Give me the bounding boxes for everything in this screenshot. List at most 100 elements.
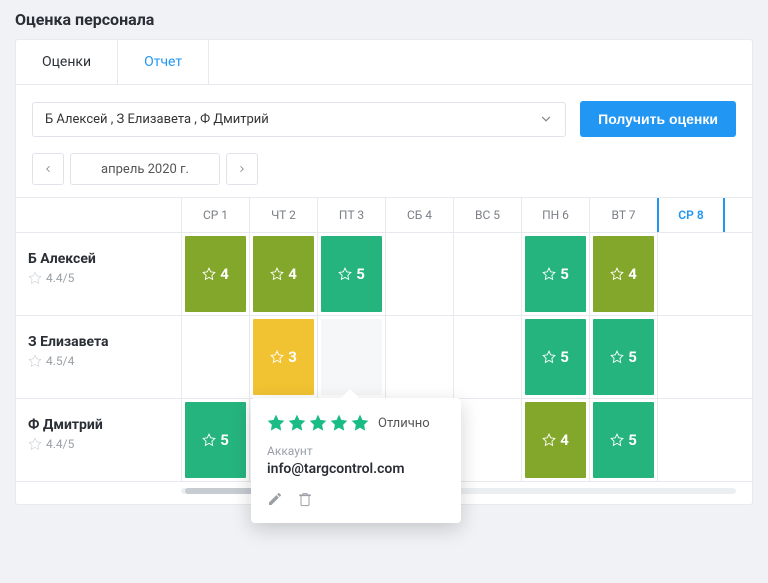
day-header: СР 8 [657, 198, 725, 232]
table-row: З Елизавета 4.5/4 3 5 5 [16, 316, 752, 399]
day-cell[interactable]: 4 [249, 233, 317, 315]
day-cell [453, 316, 521, 398]
employee-rating: 4.4/5 [28, 271, 169, 285]
employee-rating: 4.4/5 [28, 437, 169, 451]
rating-cell[interactable]: 4 [253, 236, 314, 312]
employee-name: Ф Дмитрий [28, 417, 169, 433]
rating-cell[interactable]: 4 [185, 236, 246, 312]
rating-cell[interactable]: 5 [525, 319, 586, 395]
star-icon [338, 267, 352, 281]
star-icon [542, 350, 556, 364]
day-header: СР 1 [181, 198, 249, 232]
rating-score: 5 [628, 348, 637, 366]
day-cell[interactable]: 5 [589, 316, 657, 398]
rating-cell[interactable]: 4 [593, 236, 654, 312]
day-cell [453, 399, 521, 481]
day-cell [453, 233, 521, 315]
rating-cell[interactable]: 5 [321, 236, 382, 312]
star-icon [542, 267, 556, 281]
day-header: ЧТ 2 [249, 198, 317, 232]
table-row: Б Алексей 4.4/5 4 4 5 5 4 [16, 233, 752, 316]
rating-score: 4 [220, 265, 229, 283]
star-icon [351, 414, 369, 432]
day-cell[interactable]: 5 [521, 316, 589, 398]
star-icon [309, 414, 327, 432]
rating-popover: Отлично Аккаунт info@targcontrol.com [251, 398, 461, 523]
day-cell[interactable]: 5 [181, 399, 249, 481]
popover-rating-label: Отлично [378, 416, 430, 431]
employee-select[interactable]: Б Алексей , З Елизавета , Ф Дмитрий [32, 102, 566, 137]
star-icon [610, 350, 624, 364]
rating-score: 5 [356, 265, 365, 283]
rating-cell[interactable]: 5 [525, 236, 586, 312]
popover-stars: Отлично [267, 414, 445, 432]
day-cell [657, 399, 725, 481]
rating-score: 4 [288, 265, 297, 283]
day-cell[interactable]: 4 [181, 233, 249, 315]
star-icon [28, 354, 42, 368]
day-header: СБ 4 [385, 198, 453, 232]
page-title: Оценка персонала [0, 0, 768, 39]
rating-cell[interactable] [321, 319, 382, 395]
popover-actions [267, 491, 445, 511]
star-icon [267, 414, 285, 432]
delete-icon[interactable] [297, 491, 313, 511]
popover-account-value: info@targcontrol.com [267, 461, 445, 477]
day-cell[interactable]: 4 [589, 233, 657, 315]
edit-icon[interactable] [267, 491, 283, 511]
employee-rowhead: З Елизавета 4.5/4 [16, 316, 181, 398]
day-cell[interactable] [317, 316, 385, 398]
star-icon [270, 267, 284, 281]
month-nav: апрель 2020 г. [16, 153, 752, 197]
day-cell [385, 316, 453, 398]
employee-rowhead: Ф Дмитрий 4.4/5 [16, 399, 181, 481]
day-cell[interactable]: 5 [317, 233, 385, 315]
tabs: Оценки Отчет [16, 40, 752, 85]
day-header: ВС 5 [453, 198, 521, 232]
day-header: ВТ 7 [589, 198, 657, 232]
star-icon [610, 267, 624, 281]
rating-cell[interactable]: 5 [185, 402, 246, 478]
employee-name: Б Алексей [28, 251, 169, 267]
month-prev-button[interactable] [32, 153, 64, 185]
day-cell [657, 316, 725, 398]
rating-cell[interactable]: 5 [593, 319, 654, 395]
rating-score: 4 [628, 265, 637, 283]
rating-score: 5 [560, 348, 569, 366]
day-cell[interactable]: 5 [589, 399, 657, 481]
rating-cell[interactable]: 3 [253, 319, 314, 395]
month-label: апрель 2020 г. [70, 153, 220, 185]
rating-score: 4 [560, 431, 569, 449]
get-ratings-button[interactable]: Получить оценки [580, 101, 736, 137]
star-icon [330, 414, 348, 432]
star-icon [202, 433, 216, 447]
tab-ratings[interactable]: Оценки [16, 40, 118, 84]
star-icon [202, 267, 216, 281]
day-cell[interactable]: 3 [249, 316, 317, 398]
grid-header-row: СР 1ЧТ 2ПТ 3СБ 4ВС 5ПН 6ВТ 7СР 8 [16, 198, 752, 233]
day-cell[interactable]: 5 [521, 233, 589, 315]
day-cell [181, 316, 249, 398]
star-icon [28, 437, 42, 451]
day-cell [385, 233, 453, 315]
employee-name: З Елизавета [28, 334, 169, 350]
employee-rating: 4.5/4 [28, 354, 169, 368]
employee-select-value: Б Алексей , З Елизавета , Ф Дмитрий [45, 112, 269, 127]
header-spacer [16, 198, 181, 232]
star-icon [270, 350, 284, 364]
rating-cell[interactable]: 5 [593, 402, 654, 478]
star-icon [28, 271, 42, 285]
star-icon [610, 433, 624, 447]
popover-account-label: Аккаунт [267, 444, 445, 458]
day-cell [657, 233, 725, 315]
day-cell[interactable]: 4 [521, 399, 589, 481]
day-header: ПН 6 [521, 198, 589, 232]
star-icon [288, 414, 306, 432]
star-icon [542, 433, 556, 447]
tab-report[interactable]: Отчет [118, 40, 209, 84]
rating-score: 5 [560, 265, 569, 283]
rating-cell[interactable]: 4 [525, 402, 586, 478]
month-next-button[interactable] [226, 153, 258, 185]
rating-score: 5 [628, 431, 637, 449]
employee-rowhead: Б Алексей 4.4/5 [16, 233, 181, 315]
